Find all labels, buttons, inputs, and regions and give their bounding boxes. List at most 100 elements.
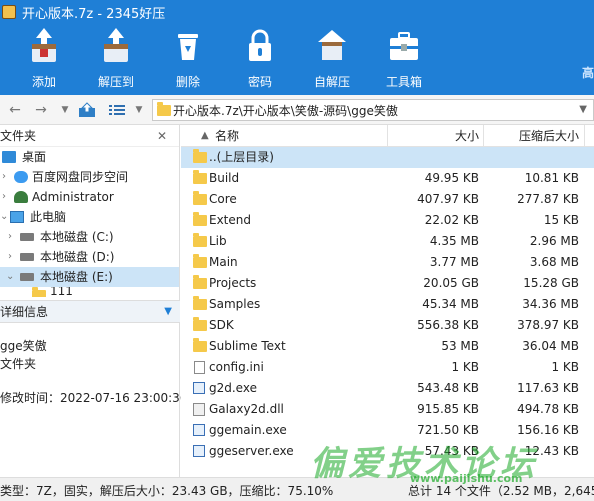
dll-file-icon (193, 403, 205, 416)
toolbox-button[interactable]: 工具箱 (368, 24, 440, 94)
details-name: gge笑傲 (0, 339, 47, 353)
table-row[interactable]: ..(上层目录) (181, 147, 594, 168)
table-row[interactable]: ggeserver.exe 57.43 KB 12.43 KB (181, 441, 594, 462)
path-input[interactable]: 开心版本.7z\开心版本\笑傲-源码\gge笑傲 ▼ (152, 99, 594, 121)
table-row[interactable]: Main 3.77 MB 3.68 MB (181, 252, 594, 273)
exe-file-icon (193, 424, 205, 436)
tree-item-administrator[interactable]: › Administrator (0, 187, 179, 207)
column-divider[interactable] (483, 125, 484, 147)
column-compressed[interactable]: 压缩后大小 (487, 125, 579, 147)
tree-label: 本地磁盘 (E:) (40, 270, 113, 284)
brand-text: 高 (581, 66, 594, 80)
path-dropdown-icon[interactable]: ▼ (579, 104, 587, 115)
table-row[interactable]: config.ini 1 KB 1 KB (181, 357, 594, 378)
tree-item-disk-d[interactable]: › 本地磁盘 (D:) (0, 247, 179, 267)
self-extract-button-label: 自解压 (313, 75, 350, 89)
window-title: 开心版本.7z - 2345好压 (0, 3, 166, 22)
up-folder-icon[interactable] (78, 101, 96, 119)
file-size: 22.02 KB (424, 213, 479, 227)
close-icon[interactable]: ✕ (157, 125, 167, 147)
table-row[interactable]: Build 49.95 KB 10.81 KB (181, 168, 594, 189)
expand-icon[interactable]: › (2, 167, 6, 187)
file-name: Core (209, 192, 237, 206)
toolbox-icon (390, 32, 418, 60)
tree-item-disk-e[interactable]: ⌄ 本地磁盘 (E:) (0, 267, 179, 287)
table-row[interactable]: Lib 4.35 MB 2.96 MB (181, 231, 594, 252)
file-size: 721.50 KB (417, 423, 479, 437)
details-header[interactable]: 详细信息 ▼ (0, 301, 180, 323)
file-size: 45.34 MB (422, 297, 479, 311)
table-row[interactable]: Galaxy2d.dll 915.85 KB 494.78 KB (181, 399, 594, 420)
table-row[interactable]: Extend 22.02 KB 15 KB (181, 210, 594, 231)
table-row[interactable]: Samples 45.34 MB 34.36 MB (181, 294, 594, 315)
folder-icon (32, 287, 46, 297)
file-compressed-size: 12.43 KB (524, 444, 579, 458)
extract-to-button[interactable]: 解压到 (80, 24, 152, 94)
tree-label: 本地磁盘 (C:) (40, 230, 114, 244)
expand-icon[interactable]: › (2, 187, 6, 207)
table-row[interactable]: SDK 556.38 KB 378.97 KB (181, 315, 594, 336)
tree-label: 百度网盘同步空间 (32, 170, 129, 184)
tree-item-desktop[interactable]: 桌面 (0, 147, 179, 167)
file-name: SDK (209, 318, 234, 332)
column-size[interactable]: 大小 (391, 125, 479, 147)
file-compressed-size: 378.97 KB (517, 318, 579, 332)
self-extract-button[interactable]: 自解压 (296, 24, 368, 94)
exe-file-icon (193, 445, 205, 457)
forward-icon[interactable]: → (32, 101, 50, 119)
file-name: ggemain.exe (209, 423, 287, 437)
folder-icon (193, 170, 207, 184)
add-button[interactable]: 添加 (8, 24, 80, 94)
back-icon[interactable]: ← (6, 101, 24, 119)
disk-icon (20, 253, 34, 261)
tree-item-disk-c[interactable]: › 本地磁盘 (C:) (0, 227, 179, 247)
tree-item-this-pc[interactable]: ⌄ 此电脑 (0, 207, 179, 227)
column-name[interactable]: 名称 (215, 125, 239, 147)
tree-label: 本地磁盘 (D:) (40, 250, 115, 264)
collapse-icon[interactable]: ⌄ (0, 207, 8, 227)
password-button[interactable]: 密码 (224, 24, 296, 94)
folder-icon (193, 296, 207, 310)
details-pane: 详细信息 ▼ gge笑傲 文件夹 修改时间：2022-07-16 23:00:3… (0, 300, 187, 477)
expand-icon[interactable]: › (8, 247, 12, 267)
add-button-label: 添加 (31, 75, 56, 89)
file-name: Projects (209, 276, 257, 290)
expand-icon[interactable]: › (8, 227, 12, 247)
file-compressed-size: 15 KB (543, 213, 579, 227)
exe-file-icon (193, 382, 205, 394)
view-mode-icon[interactable] (108, 101, 126, 119)
user-icon (14, 191, 28, 203)
delete-button-label: 删除 (175, 75, 200, 89)
collapse-icon[interactable]: ⌄ (6, 267, 14, 287)
add-archive-icon (32, 28, 56, 62)
history-dropdown-icon[interactable]: ▼ (56, 101, 74, 119)
column-divider[interactable] (387, 125, 388, 147)
file-size: 543.48 KB (417, 381, 479, 395)
file-name: ggeserver.exe (209, 444, 294, 458)
folder-icon (193, 233, 207, 247)
view-dropdown-icon[interactable]: ▼ (130, 101, 148, 119)
table-row[interactable]: ggemain.exe 721.50 KB 156.16 KB (181, 420, 594, 441)
computer-icon (10, 211, 24, 223)
file-size: 556.38 KB (417, 318, 479, 332)
table-row[interactable]: Projects 20.05 GB 15.28 GB (181, 273, 594, 294)
column-divider[interactable] (584, 125, 585, 147)
file-name: Main (209, 255, 238, 269)
file-size: 3.77 MB (429, 255, 479, 269)
file-compressed-size: 156.16 KB (517, 423, 579, 437)
table-row[interactable]: Sublime Text 53 MB 36.04 MB (181, 336, 594, 357)
window-title-text: 开心版本.7z - 2345好压 (22, 6, 166, 22)
folder-icon (193, 149, 207, 163)
file-size: 407.97 KB (417, 192, 479, 206)
table-row[interactable]: Core 407.97 KB 277.87 KB (181, 189, 594, 210)
delete-button[interactable]: 删除 (152, 24, 224, 94)
file-compressed-size: 10.81 KB (524, 171, 579, 185)
details-type: 文件夹 (0, 357, 37, 371)
tree-item-baidu[interactable]: › 百度网盘同步空间 (0, 167, 179, 187)
table-row[interactable]: g2d.exe 543.48 KB 117.63 KB (181, 378, 594, 399)
file-size: 1 KB (451, 360, 479, 374)
chevron-down-icon[interactable]: ▼ (164, 301, 172, 323)
tree-item-111[interactable]: 111 (0, 287, 179, 297)
file-compressed-size: 277.87 KB (517, 192, 579, 206)
file-list-header: ▲ 名称 大小 压缩后大小 (181, 125, 594, 147)
